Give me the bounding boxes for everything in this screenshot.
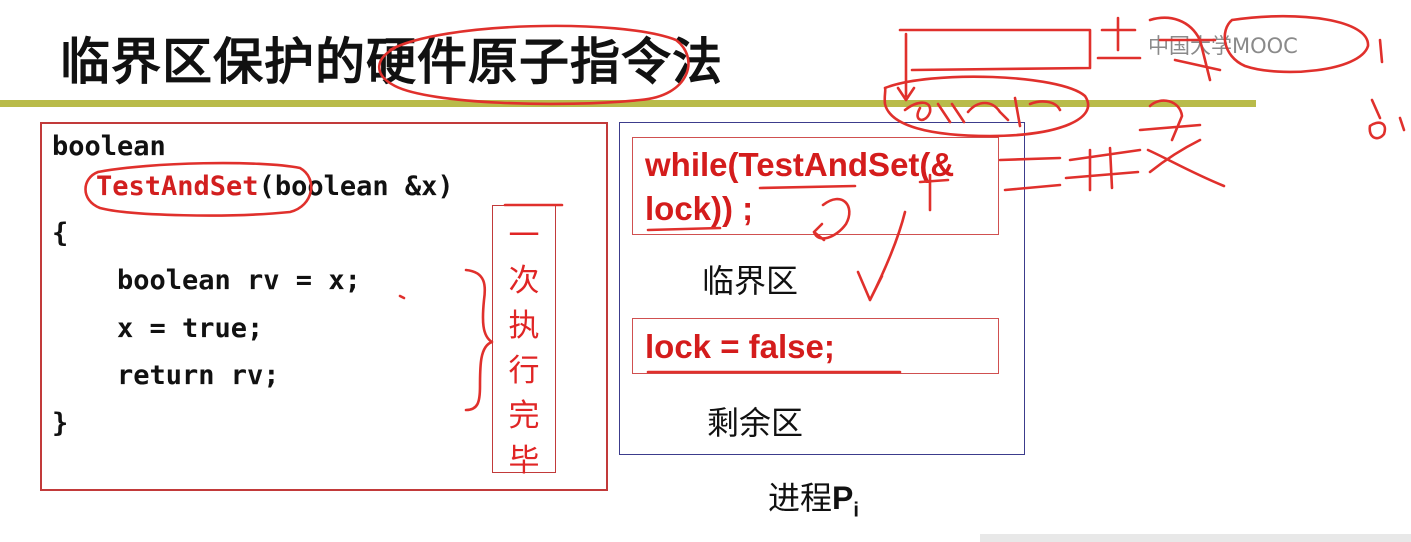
mooc-scribble-oval — [1223, 14, 1370, 74]
loop-arrow — [812, 197, 851, 242]
top-box-sketch — [896, 28, 1092, 102]
fn-name-highlight-oval — [84, 161, 313, 217]
entry-underline — [758, 184, 857, 190]
empty-scribble-text — [903, 96, 1062, 128]
handwritten-annotations — [84, 14, 1406, 412]
side-marks — [1368, 38, 1406, 140]
down-arrow — [856, 210, 907, 302]
lock-underline — [646, 226, 722, 232]
x-annotation — [398, 294, 406, 300]
body-brace — [464, 268, 494, 412]
title-highlight-ellipse — [377, 24, 690, 106]
entry-side-scribble — [918, 156, 1062, 212]
upper-level-scribble — [1096, 16, 1222, 82]
open-level-scribble — [1064, 99, 1226, 192]
